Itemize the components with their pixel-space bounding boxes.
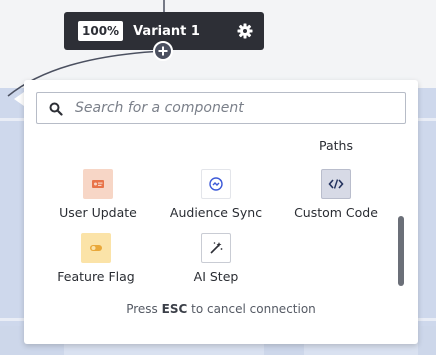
search-icon (49, 101, 63, 116)
component-label: Custom Code (294, 205, 378, 220)
component-label: Feature Flag (57, 269, 135, 284)
panel-pointer (14, 92, 24, 106)
user-card-icon (83, 169, 113, 199)
component-user-update[interactable]: User Update (58, 169, 138, 220)
magic-wand-icon (201, 233, 231, 263)
component-audience-sync[interactable]: Audience Sync (168, 169, 264, 220)
component-label: Audience Sync (169, 205, 263, 220)
component-ai-step[interactable]: AI Step (176, 233, 256, 284)
component-custom-code[interactable]: Custom Code (291, 169, 381, 220)
search-input[interactable] (75, 100, 395, 116)
variant-percent-badge: 100% (78, 21, 124, 41)
component-picker: Paths User Update Audience Sync (24, 80, 418, 344)
cancel-hint: Press ESC to cancel connection (24, 302, 418, 316)
cancel-hint-suffix: to cancel connection (191, 302, 316, 316)
component-label: AI Step (193, 269, 239, 284)
variant-title: Variant 1 (133, 23, 200, 39)
component-label: User Update (59, 205, 137, 220)
scrollbar-thumb[interactable] (398, 216, 404, 286)
esc-key-label: ESC (161, 302, 188, 316)
gear-icon[interactable] (236, 22, 254, 40)
component-feature-flag[interactable]: Feature Flag (56, 233, 136, 284)
plus-circle-icon[interactable] (153, 41, 173, 61)
toggle-icon (81, 233, 111, 263)
code-icon (321, 169, 351, 199)
cancel-hint-prefix: Press (126, 302, 158, 316)
search-box[interactable] (36, 92, 406, 124)
sync-icon (201, 169, 231, 199)
component-label-paths: Paths (319, 138, 353, 153)
